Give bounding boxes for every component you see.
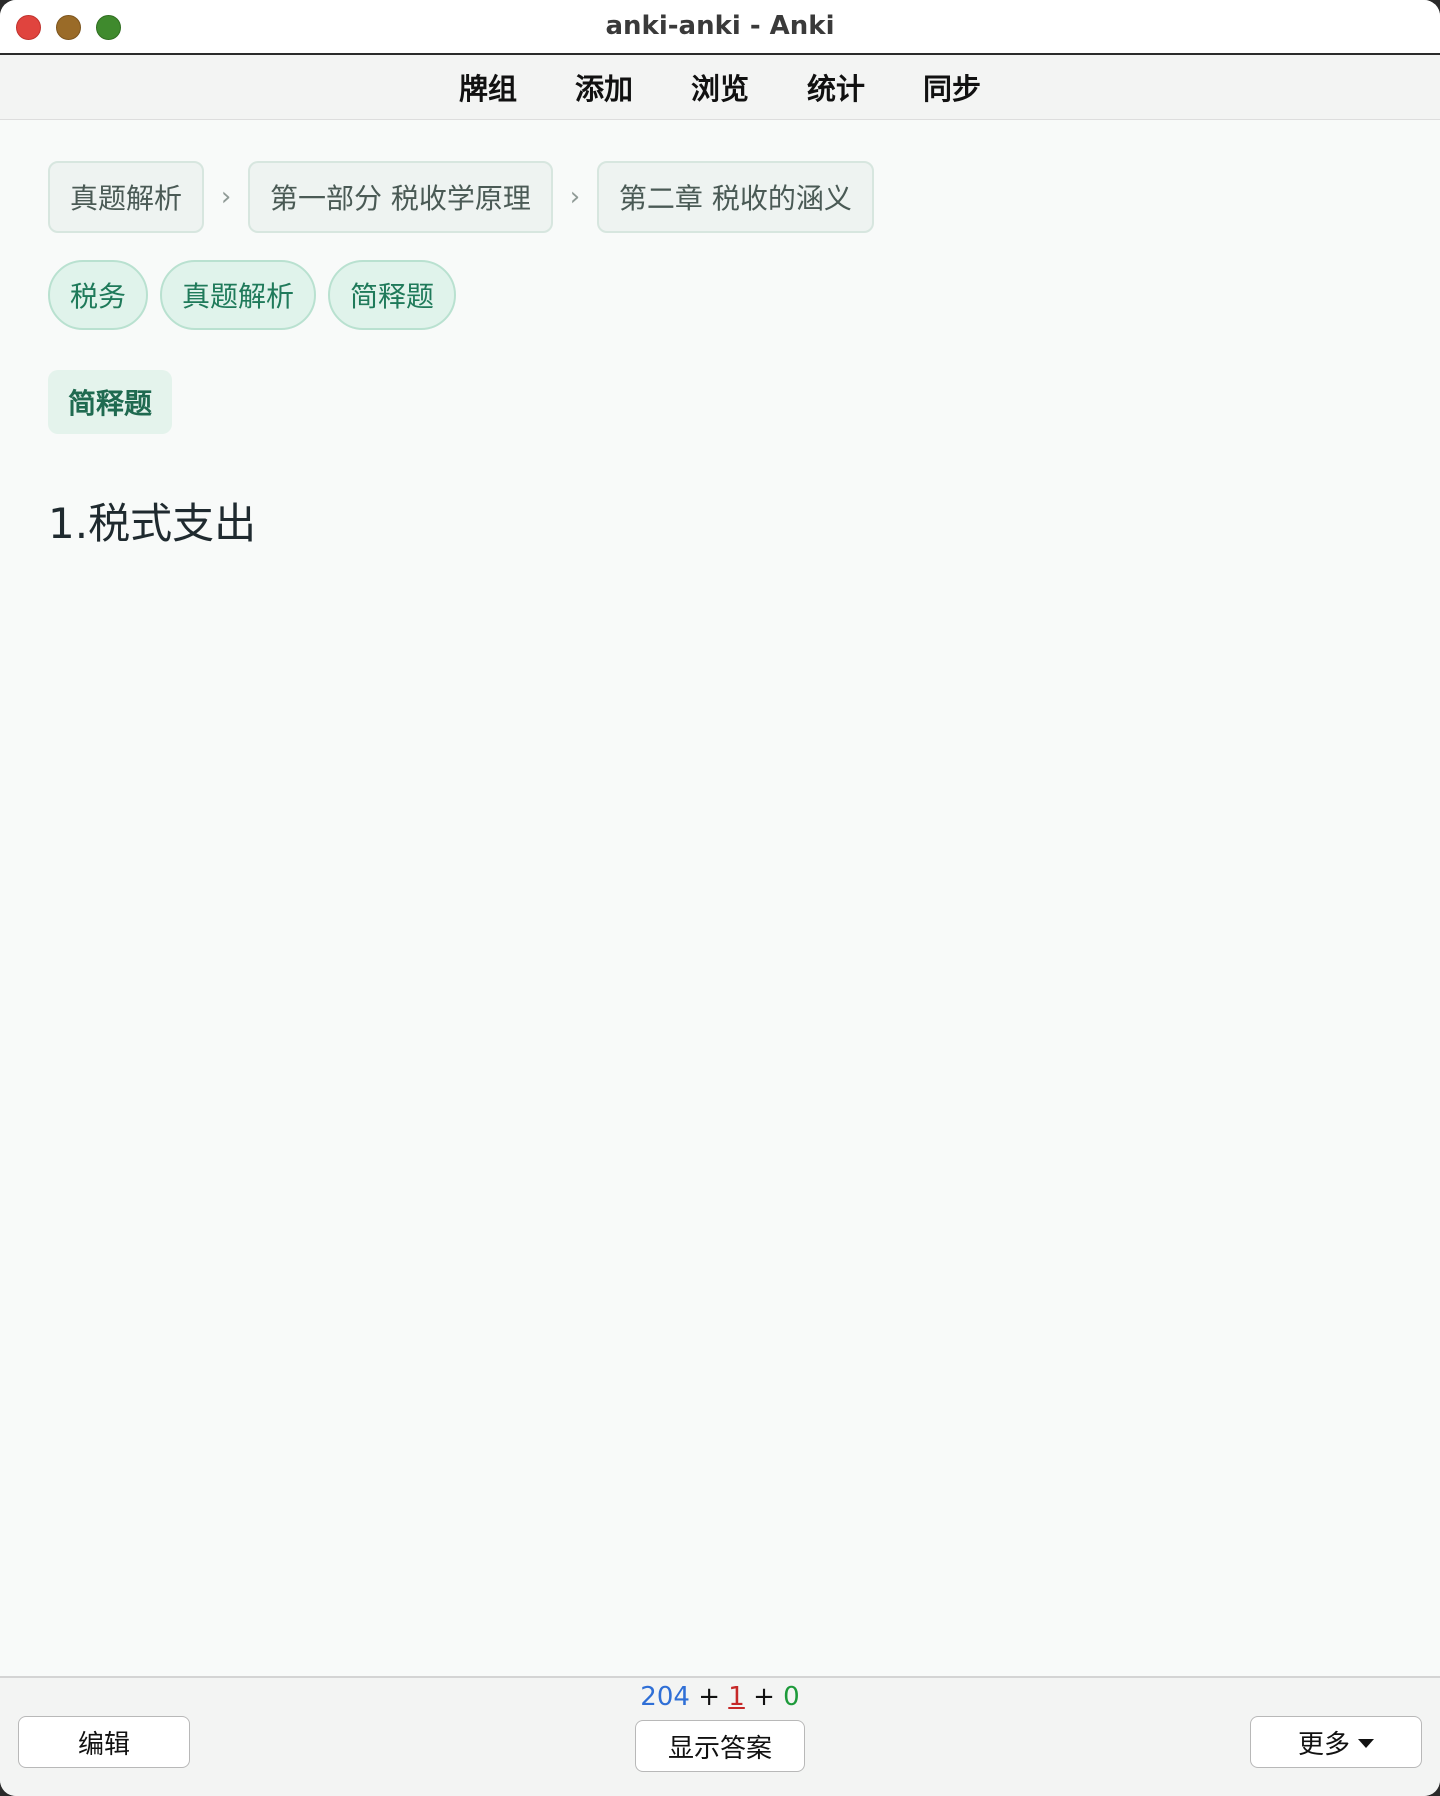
top-nav: 牌组 添加 浏览 统计 同步 xyxy=(0,55,1440,120)
tag-chip: 简释题 xyxy=(328,260,457,330)
breadcrumb-separator: › xyxy=(569,182,581,212)
tag-chip: 税务 xyxy=(48,260,149,330)
anki-window: anki-anki - Anki 牌组 添加 浏览 统计 同步 真题解析 › 第… xyxy=(0,0,1440,1796)
breadcrumb-item: 第二章 税收的涵义 xyxy=(596,161,874,233)
new-count: 204 xyxy=(640,1682,690,1712)
breadcrumb-item: 第一部分 税收学原理 xyxy=(248,161,553,233)
nav-browse[interactable]: 浏览 xyxy=(662,66,778,108)
edit-button-label: 编辑 xyxy=(77,1729,130,1760)
question-text: 1.税式支出 xyxy=(48,499,257,548)
question-type-badge: 简释题 xyxy=(48,370,173,434)
breadcrumb-item: 真题解析 xyxy=(48,161,205,233)
edit-button[interactable]: 编辑 xyxy=(18,1716,190,1768)
count-plus: + xyxy=(698,1682,720,1712)
review-count: 0 xyxy=(783,1682,800,1712)
nav-sync[interactable]: 同步 xyxy=(894,66,1010,108)
nav-stats[interactable]: 统计 xyxy=(778,66,894,108)
breadcrumb: 真题解析 › 第一部分 税收学原理 › 第二章 税收的涵义 xyxy=(48,160,1392,234)
title-bar: anki-anki - Anki xyxy=(0,0,1440,55)
window-title: anki-anki - Anki xyxy=(605,11,835,41)
caret-down-icon xyxy=(1358,1738,1374,1748)
count-plus: + xyxy=(753,1682,775,1712)
nav-add[interactable]: 添加 xyxy=(546,66,662,108)
more-button-label: 更多 xyxy=(1297,1729,1350,1760)
tag-list: 税务 真题解析 简释题 xyxy=(48,260,1392,330)
show-answer-button[interactable]: 显示答案 xyxy=(635,1720,805,1772)
nav-decks[interactable]: 牌组 xyxy=(430,66,546,108)
due-counts: 204 + 1 + 0 xyxy=(0,1682,1440,1712)
learning-count: 1 xyxy=(728,1682,745,1712)
more-button[interactable]: 更多 xyxy=(1250,1716,1422,1768)
card-content: 真题解析 › 第一部分 税收学原理 › 第二章 税收的涵义 税务 真题解析 简释… xyxy=(48,160,1392,551)
show-answer-button-label: 显示答案 xyxy=(667,1733,772,1764)
bottom-bar: 204 + 1 + 0 编辑 显示答案 更多 xyxy=(0,1676,1440,1796)
breadcrumb-separator: › xyxy=(220,182,232,212)
tag-chip: 真题解析 xyxy=(160,260,317,330)
